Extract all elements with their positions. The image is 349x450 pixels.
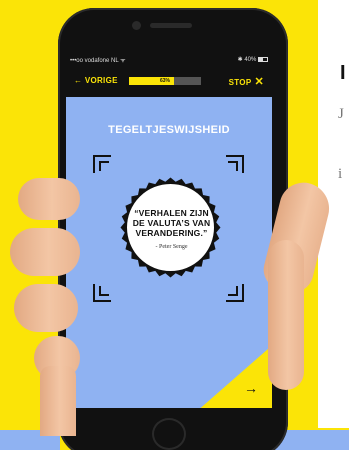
quote-circle: “VERHALEN ZIJN DE VALUTA’S VAN VERANDERI… — [126, 183, 215, 272]
arrow-right-icon[interactable]: → — [244, 380, 258, 396]
progress-label: 63% — [159, 78, 170, 84]
battery-label: ✱ 40% — [237, 57, 257, 63]
previous-button[interactable]: ← VORIGE — [74, 76, 118, 85]
frame-inner-corner-icon — [99, 286, 109, 296]
carrier-label: •••oo vodafone NL ᯤ — [70, 58, 126, 64]
hand-finger-1 — [18, 178, 80, 220]
status-bar: •••oo vodafone NL ᯤ ✱ 40% — [66, 56, 272, 68]
battery-icon — [258, 56, 268, 62]
side-text-line-1: J — [338, 106, 344, 122]
next-corner[interactable] — [196, 342, 272, 408]
quote-frame: “VERHALEN ZIJN DE VALUTA’S VAN VERANDERI… — [93, 155, 244, 302]
app-screen: •••oo vodafone NL ᯤ ✱ 40% ← VORIGE 63% S… — [66, 52, 272, 408]
close-icon: ✕ — [254, 76, 264, 88]
frame-inner-corner-icon — [228, 286, 238, 296]
home-button[interactable] — [152, 418, 186, 450]
side-heading: I — [340, 62, 346, 84]
quote-text: “VERHALEN ZIJN DE VALUTA’S VAN VERANDERI… — [132, 208, 211, 238]
stop-button[interactable]: STOP ✕ — [229, 75, 264, 88]
hand-wrist — [40, 366, 76, 436]
quote-badge: “VERHALEN ZIJN DE VALUTA’S VAN VERANDERI… — [118, 175, 223, 280]
top-bar: •••oo vodafone NL ᯤ ✱ 40% ← VORIGE 63% S… — [66, 52, 272, 97]
stop-label: STOP — [228, 78, 252, 87]
quote-author: - Peter Senge — [155, 244, 188, 250]
page-title: TEGELTJESWIJSHEID — [108, 124, 230, 136]
battery-indicator: ✱ 40% — [238, 56, 268, 63]
frame-inner-corner-icon — [99, 161, 109, 171]
hand-finger-2 — [10, 228, 80, 276]
hand-palm-right — [268, 240, 304, 390]
quiz-nav: ← VORIGE 63% STOP ✕ — [66, 74, 272, 90]
progress-bar: 63% — [129, 77, 201, 85]
frame-inner-corner-icon — [228, 161, 238, 171]
side-text-line-2: i — [338, 166, 343, 182]
phone-speaker — [150, 23, 192, 28]
phone-camera — [132, 21, 141, 30]
hand-finger-3 — [14, 284, 78, 332]
